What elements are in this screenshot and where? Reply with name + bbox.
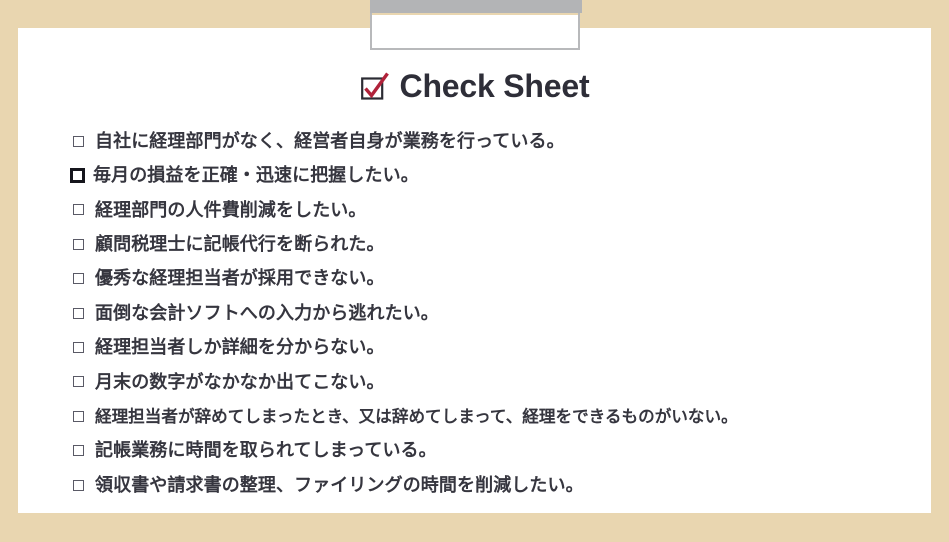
checklist-item-label: 領収書や請求書の整理、ファイリングの時間を削減したい。 xyxy=(95,474,584,495)
checklist-row[interactable]: 毎月の損益を正確・迅速に把握したい。 xyxy=(70,158,930,192)
unchecked-checkbox-icon[interactable] xyxy=(73,273,84,285)
unchecked-checkbox-icon[interactable] xyxy=(73,342,84,354)
checklist-row[interactable]: 領収書や請求書の整理、ファイリングの時間を削減したい。 xyxy=(70,468,930,502)
checklist-row[interactable]: 経理担当者しか詳細を分からない。 xyxy=(70,330,930,364)
unchecked-checkbox-icon[interactable] xyxy=(73,307,84,319)
checklist-row[interactable]: 優秀な経理担当者が採用できない。 xyxy=(70,262,930,296)
slide-canvas: Check Sheet 自社に経理部門がなく、経営者自身が業務を行っている。 毎月… xyxy=(0,0,949,542)
page-title-row: Check Sheet xyxy=(0,63,949,109)
checked-checkbox-icon xyxy=(360,71,390,101)
checklist-item-label: 毎月の損益を正確・迅速に把握したい。 xyxy=(93,165,419,186)
checklist-row[interactable]: 顧問税理士に記帳代行を断られた。 xyxy=(70,227,930,261)
unchecked-checkbox-icon[interactable] xyxy=(73,376,84,388)
unchecked-checkbox-icon[interactable] xyxy=(73,410,84,422)
unchecked-checkbox-icon[interactable] xyxy=(73,238,84,250)
checklist-item-label: 面倒な会計ソフトへの入力から逃れたい。 xyxy=(95,302,439,323)
unchecked-checkbox-icon[interactable] xyxy=(73,204,84,216)
unchecked-checkbox-icon[interactable] xyxy=(73,135,84,147)
checklist-item-label: 経理部門の人件費削減をしたい。 xyxy=(95,199,367,220)
unchecked-checkbox-icon[interactable] xyxy=(73,445,84,457)
checklist-row[interactable]: 経理部門の人件費削減をしたい。 xyxy=(70,193,930,227)
top-placeholder-widget[interactable] xyxy=(370,0,582,51)
checklist: 自社に経理部門がなく、経営者自身が業務を行っている。 毎月の損益を正確・迅速に把握… xyxy=(70,124,930,502)
checklist-row[interactable]: 記帳業務に時間を取られてしまっている。 xyxy=(70,434,930,468)
unchecked-checkbox-icon[interactable] xyxy=(73,479,84,491)
checklist-item-label: 顧問税理士に記帳代行を断られた。 xyxy=(95,234,385,255)
checklist-item-label: 経理担当者が辞めてしまったとき、又は辞めてしまって、経理をできるものがいない。 xyxy=(95,406,738,426)
checklist-row[interactable]: 月末の数字がなかなか出てこない。 xyxy=(70,365,930,399)
widget-outline-box[interactable] xyxy=(370,13,580,50)
page-title: Check Sheet xyxy=(399,68,590,104)
widget-title-bar xyxy=(370,0,582,13)
checklist-item-label: 自社に経理部門がなく、経営者自身が業務を行っている。 xyxy=(95,130,565,151)
checklist-row[interactable]: 自社に経理部門がなく、経営者自身が業務を行っている。 xyxy=(70,124,930,158)
checklist-item-label: 経理担当者しか詳細を分からない。 xyxy=(95,337,385,358)
checklist-item-label: 優秀な経理担当者が採用できない。 xyxy=(95,268,385,289)
unchecked-checkbox-icon-bold[interactable] xyxy=(70,168,85,184)
checklist-row[interactable]: 面倒な会計ソフトへの入力から逃れたい。 xyxy=(70,296,930,330)
checklist-item-label: 月末の数字がなかなか出てこない。 xyxy=(95,371,385,392)
checklist-item-label: 記帳業務に時間を取られてしまっている。 xyxy=(95,440,437,461)
checklist-row[interactable]: 経理担当者が辞めてしまったとき、又は辞めてしまって、経理をできるものがいない。 xyxy=(70,399,930,433)
